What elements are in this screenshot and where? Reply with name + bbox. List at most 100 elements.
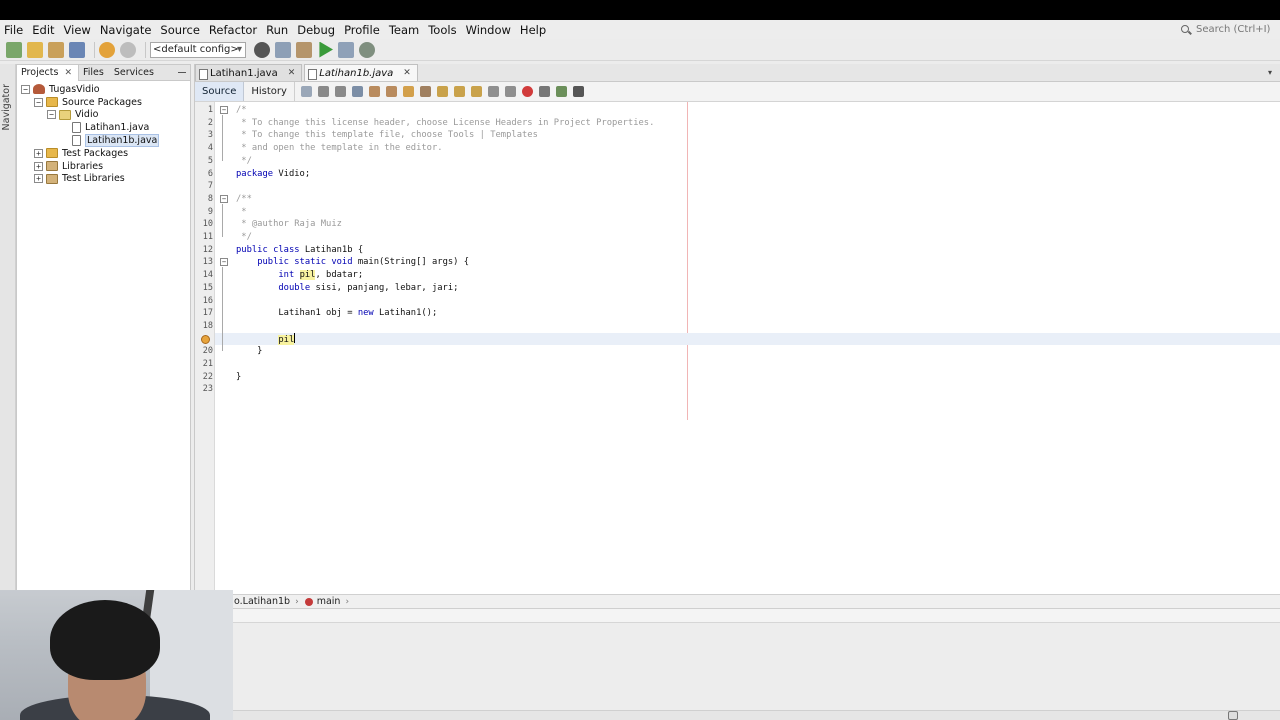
- code-text: }: [236, 371, 242, 382]
- menu-tools[interactable]: Tools: [424, 23, 461, 37]
- menu-help[interactable]: Help: [516, 23, 551, 37]
- menu-debug[interactable]: Debug: [293, 23, 340, 37]
- collapse-icon[interactable]: −: [47, 110, 56, 120]
- toggle-selection-icon[interactable]: [419, 86, 431, 97]
- expand-icon[interactable]: +: [34, 174, 43, 184]
- error-hint-icon[interactable]: [201, 334, 210, 344]
- editor-tab-label: Latihan1.java: [210, 67, 278, 79]
- editor-tab[interactable]: Latihan1.java ✕: [195, 64, 303, 81]
- search-box[interactable]: Search (Ctrl+I): [1180, 22, 1272, 37]
- code-editor[interactable]: 1−/* 2 * To change this license header, c…: [201, 102, 1280, 594]
- history-view-tab[interactable]: History: [244, 82, 295, 101]
- projects-panel-tabs: Projects ✕ Files Services: [17, 64, 190, 81]
- fold-icon[interactable]: −: [220, 258, 228, 267]
- tab-services[interactable]: Services: [110, 65, 160, 81]
- toggle-bookmark-icon[interactable]: [470, 86, 482, 97]
- code-line: 7: [208, 180, 1280, 193]
- code-text: pil: [278, 332, 296, 345]
- undo-icon[interactable]: [99, 41, 115, 58]
- globe-icon[interactable]: [254, 41, 270, 58]
- source-view-tab[interactable]: Source: [195, 82, 245, 101]
- menu-source[interactable]: Source: [156, 23, 205, 37]
- tree-item[interactable]: − Vidio: [17, 109, 190, 122]
- new-project-icon[interactable]: [27, 41, 43, 58]
- code-text: public static void main(String[] args) {: [257, 257, 470, 268]
- tab-projects[interactable]: Projects ✕: [17, 64, 79, 81]
- menu-run[interactable]: Run: [262, 23, 293, 37]
- code-text: * and open the template in the editor.: [236, 143, 443, 154]
- fold-icon[interactable]: −: [220, 194, 228, 203]
- menu-window[interactable]: Window: [462, 23, 516, 37]
- find-icon[interactable]: [351, 86, 363, 97]
- minimize-icon[interactable]: [178, 72, 186, 73]
- tree-item[interactable]: − Source Packages: [17, 96, 190, 109]
- tabs-dropdown-icon[interactable]: ▾: [1268, 68, 1276, 78]
- code-line: pil: [201, 332, 1280, 346]
- menu-file[interactable]: File: [0, 23, 28, 37]
- project-icon: [33, 84, 45, 95]
- uncomment-icon[interactable]: [572, 86, 584, 97]
- menu-team[interactable]: Team: [385, 23, 424, 37]
- expand-icon[interactable]: +: [34, 161, 43, 171]
- collapse-icon[interactable]: −: [21, 84, 30, 94]
- menu-edit[interactable]: Edit: [28, 23, 59, 37]
- profile-icon[interactable]: [359, 41, 375, 58]
- line-number: 9: [207, 206, 213, 217]
- prev-bookmark-icon[interactable]: [436, 86, 448, 97]
- editor-tab[interactable]: Latihan1b.java ✕: [304, 64, 418, 81]
- breadcrumb-item[interactable]: main ›: [304, 596, 349, 607]
- new-file-icon[interactable]: [6, 41, 22, 58]
- code-line: 16: [203, 295, 1280, 308]
- tree-item[interactable]: Latihan1.java: [17, 121, 190, 134]
- tree-item[interactable]: + Libraries: [17, 160, 190, 173]
- code-line: 8−/**: [208, 193, 1280, 206]
- find-next-icon[interactable]: [385, 86, 397, 97]
- line-number: 22: [202, 371, 213, 382]
- start-macro-icon[interactable]: [521, 86, 533, 97]
- open-project-icon[interactable]: [48, 41, 64, 58]
- shift-left-icon[interactable]: [487, 86, 499, 97]
- clean-build-icon[interactable]: [296, 41, 312, 58]
- menu-profile[interactable]: Profile: [340, 23, 385, 37]
- run-icon[interactable]: [319, 41, 333, 58]
- webcam-person-hair: [50, 600, 160, 680]
- debug-icon[interactable]: [338, 41, 354, 58]
- build-hammer-icon[interactable]: [275, 41, 291, 58]
- code-text: int pil, bdatar;: [278, 270, 364, 281]
- comment-icon[interactable]: [555, 86, 567, 97]
- tree-item[interactable]: + Test Packages: [17, 147, 190, 160]
- close-icon[interactable]: ✕: [403, 68, 411, 78]
- tree-item[interactable]: Latihan1b.java: [17, 134, 190, 148]
- notifications-icon[interactable]: [1228, 711, 1238, 720]
- stop-macro-icon[interactable]: [538, 86, 550, 97]
- tree-item[interactable]: − TugasVidio: [17, 83, 190, 96]
- line-number: 20: [202, 346, 213, 357]
- breadcrumb-item[interactable]: o.Latihan1b ›: [234, 596, 299, 607]
- navigator-label[interactable]: Navigator: [1, 84, 12, 130]
- collapse-icon[interactable]: −: [34, 97, 43, 107]
- code-line: 11 */: [203, 231, 1280, 244]
- close-icon[interactable]: ✕: [64, 65, 72, 81]
- tab-files[interactable]: Files: [79, 65, 110, 81]
- forward-icon[interactable]: [334, 86, 346, 97]
- redo-icon[interactable]: [120, 41, 136, 58]
- next-bookmark-icon[interactable]: [453, 86, 465, 97]
- fold-icon[interactable]: −: [220, 106, 228, 114]
- config-select[interactable]: <default config>: [150, 41, 246, 58]
- save-all-icon[interactable]: [69, 41, 85, 58]
- tree-item[interactable]: + Test Libraries: [17, 173, 190, 186]
- menu-view[interactable]: View: [60, 23, 96, 37]
- find-previous-icon[interactable]: [368, 86, 380, 97]
- menu-navigate[interactable]: Navigate: [96, 23, 157, 37]
- shift-right-icon[interactable]: [504, 86, 516, 97]
- last-edit-icon[interactable]: [300, 86, 312, 97]
- code-text: Latihan1 obj = new Latihan1();: [236, 308, 438, 319]
- back-icon[interactable]: [317, 86, 329, 97]
- search-icon: [1180, 24, 1192, 36]
- expand-icon[interactable]: +: [34, 148, 43, 158]
- menu-refactor[interactable]: Refactor: [205, 23, 262, 37]
- line-number: 11: [202, 232, 213, 242]
- toggle-highlight-icon[interactable]: [402, 86, 414, 97]
- close-icon[interactable]: ✕: [288, 68, 296, 78]
- toolbar-separator: [145, 41, 146, 58]
